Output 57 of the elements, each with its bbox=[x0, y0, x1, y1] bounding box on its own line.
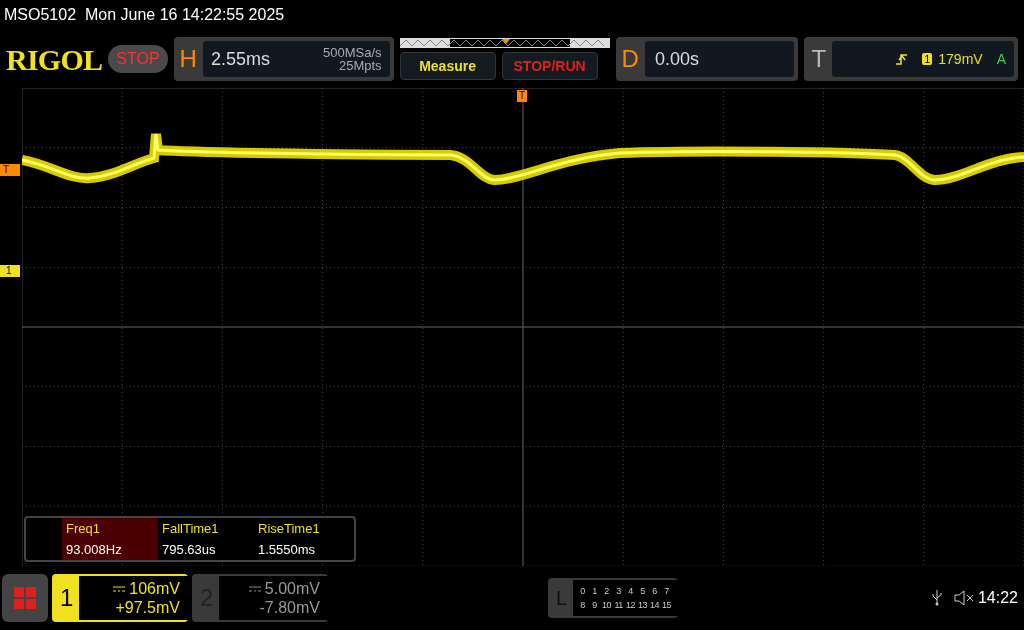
rising-edge-icon bbox=[896, 53, 909, 65]
logic-channel-number: 0 bbox=[579, 585, 586, 598]
logic-channel-number: 11 bbox=[613, 599, 624, 612]
stop-run-button[interactable]: STOP/RUN bbox=[501, 52, 598, 80]
logic-channel-number: 4 bbox=[627, 585, 634, 598]
trigger-source-badge: 1 bbox=[922, 53, 933, 65]
measurement-label: FallTime1 bbox=[162, 519, 220, 538]
horizontal-label: H bbox=[179, 44, 197, 74]
channel-number: 1 bbox=[60, 583, 74, 613]
delay-value: 0.00s bbox=[654, 47, 699, 71]
measure-button[interactable]: Measure bbox=[399, 52, 496, 80]
channel-scale: 5.00mV bbox=[264, 579, 320, 598]
channel-scale: 106mV bbox=[129, 579, 180, 598]
logic-channel-number: 14 bbox=[649, 599, 661, 612]
channel-button[interactable]: 1 106mV +97.5mV bbox=[52, 574, 188, 622]
logic-channel-number: 3 bbox=[615, 585, 622, 598]
dc-coupling-icon bbox=[113, 585, 126, 592]
measurement-value: 1.5550ms bbox=[258, 541, 317, 559]
logic-channel-number: 15 bbox=[661, 599, 673, 612]
logic-channel-number: 12 bbox=[625, 599, 637, 612]
sample-rate: 500MSa/s bbox=[323, 46, 382, 59]
memory-depth: 25Mpts bbox=[338, 59, 382, 72]
brand-logo: RIGOL bbox=[6, 41, 103, 78]
trigger-panel[interactable]: T 1 179mV A bbox=[803, 37, 1018, 81]
measurement-value: 795.63us bbox=[162, 541, 217, 559]
measurement-value: 93.008Hz bbox=[66, 541, 123, 559]
delay-panel[interactable]: D 0.00s bbox=[615, 37, 798, 81]
horizontal-panel[interactable]: H 2.55ms 500MSa/s 25Mpts bbox=[173, 37, 394, 81]
logic-channel-number: 2 bbox=[603, 585, 610, 598]
trigger-level-marker: T bbox=[0, 164, 20, 176]
logic-channel-number: 7 bbox=[663, 585, 670, 598]
logic-channel-number: 5 bbox=[639, 585, 646, 598]
channel-offset: +97.5mV bbox=[115, 598, 180, 617]
logic-channel-number: 13 bbox=[637, 599, 649, 612]
trigger-position-marker: T bbox=[517, 90, 528, 102]
measurement-label: Freq1 bbox=[66, 519, 101, 538]
window-title: MSO5102 Mon June 16 14:22:55 2025 bbox=[4, 5, 285, 25]
dc-coupling-icon bbox=[248, 585, 261, 592]
trigger-mode: A bbox=[996, 49, 1006, 69]
grid-menu-icon bbox=[14, 587, 36, 609]
logic-channel-number: 1 bbox=[591, 585, 598, 598]
channel-marker: 1 bbox=[0, 265, 20, 277]
usb-icon bbox=[931, 590, 942, 606]
timebase-value: 2.55ms bbox=[210, 47, 270, 71]
logic-channel-number: 8 bbox=[579, 599, 586, 612]
delay-label: D bbox=[621, 44, 639, 74]
trigger-level: 179mV bbox=[938, 49, 983, 69]
logic-channel-number: 6 bbox=[651, 585, 658, 598]
measurement-item[interactable]: Freq1 93.008Hz bbox=[62, 518, 158, 560]
menu-button[interactable] bbox=[2, 574, 48, 622]
logic-channel-number: 10 bbox=[601, 599, 613, 612]
logic-channel-number: 9 bbox=[591, 599, 598, 612]
trigger-label: T bbox=[811, 44, 827, 74]
channel-offset: -7.80mV bbox=[259, 598, 320, 617]
speaker-muted-icon bbox=[953, 590, 974, 606]
measurement-label: RiseTime1 bbox=[258, 519, 321, 538]
clock-time: 14:22 bbox=[977, 588, 1018, 608]
